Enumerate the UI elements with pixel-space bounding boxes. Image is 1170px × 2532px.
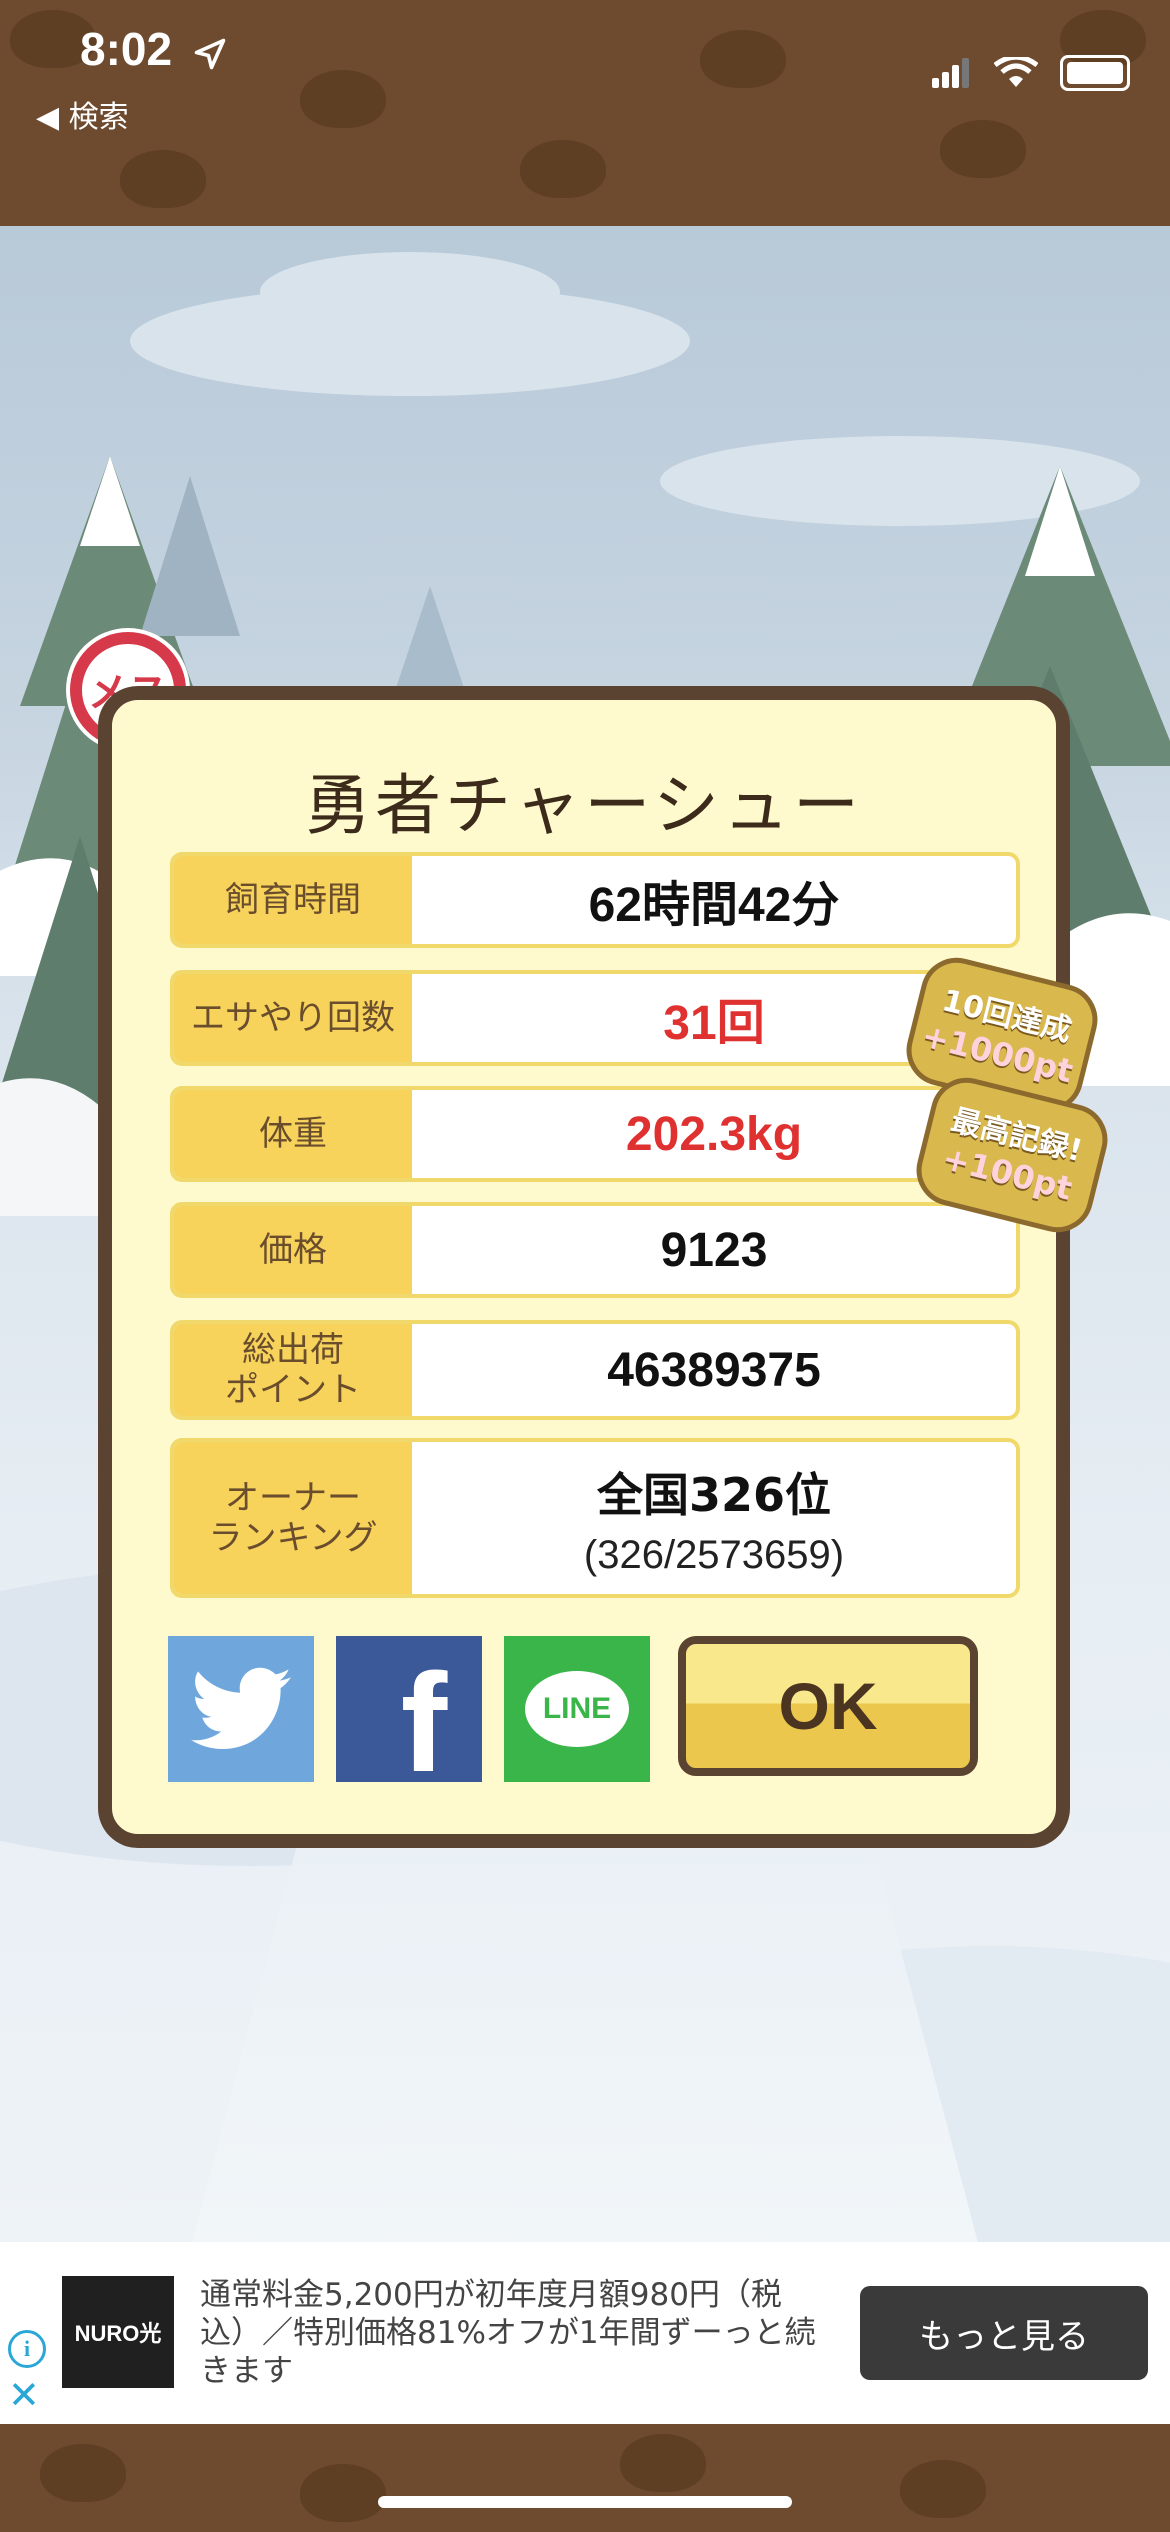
- stat-value: 9123: [660, 1223, 768, 1277]
- pattern-bean: [620, 2434, 706, 2492]
- pine-tree-distant: [140, 476, 240, 636]
- battery-icon: [1060, 55, 1130, 91]
- stat-row-price: 価格 9123: [170, 1202, 1020, 1298]
- wifi-icon: [994, 57, 1038, 87]
- ok-button[interactable]: OK: [678, 1636, 978, 1776]
- line-label: LINE: [542, 1692, 612, 1725]
- pattern-bean: [520, 140, 606, 198]
- stat-label: 体重: [174, 1090, 412, 1178]
- stat-label: 飼育時間: [174, 856, 412, 944]
- pig-result-dialog: 勇者チャーシュー 飼育時間 62時間42分 エサやり回数 31回 体重 202.…: [98, 686, 1116, 1848]
- stat-label: 価格: [174, 1206, 412, 1294]
- pattern-bean: [300, 70, 386, 128]
- line-icon: LINE: [525, 1671, 629, 1747]
- ad-logo: NURO光: [62, 2276, 174, 2388]
- location-arrow-icon: [194, 38, 226, 70]
- ad-more-button[interactable]: もっと見る: [860, 2286, 1148, 2380]
- twitter-bird-icon: [191, 1667, 291, 1749]
- clock: 8:02: [80, 23, 173, 75]
- stat-row-weight: 体重 202.3kg: [170, 1086, 1020, 1182]
- status-icons: [932, 55, 1130, 91]
- pattern-bean: [900, 2460, 986, 2518]
- rank-position: 全国326位: [596, 1467, 832, 1522]
- stat-row-feeding-time: 飼育時間 62時間42分: [170, 852, 1020, 948]
- facebook-share-button[interactable]: f: [336, 1636, 482, 1782]
- cloud: [260, 252, 560, 332]
- stat-row-owner-ranking: オーナー ランキング 全国326位 (326/2573659): [170, 1438, 1020, 1598]
- ad-text: 通常料金5,200円が初年度月額980円（税込）／特別価格81%オフが1年間ずー…: [200, 2277, 816, 2389]
- twitter-share-button[interactable]: [168, 1636, 314, 1782]
- bottom-pattern-bar: [0, 2424, 1170, 2532]
- stat-value-ranking: 全国326位 (326/2573659): [412, 1442, 1016, 1594]
- ad-banner[interactable]: i ✕ NURO光 通常料金5,200円が初年度月額980円（税込）／特別価格8…: [0, 2242, 1170, 2424]
- stat-value: 62時間42分: [588, 879, 840, 932]
- signal-icon: [932, 58, 969, 88]
- facebook-f-icon: f: [400, 1644, 448, 1782]
- rank-detail: (326/2573659): [583, 1532, 845, 1577]
- stat-label: オーナー ランキング: [174, 1442, 412, 1594]
- stat-label: 総出荷 ポイント: [174, 1324, 412, 1416]
- pig-name-title: 勇者チャーシュー: [304, 767, 864, 844]
- stat-value: 46389375: [607, 1343, 821, 1397]
- pattern-bean: [940, 120, 1026, 178]
- stat-row-total-shipping-points: 総出荷 ポイント 46389375: [170, 1320, 1020, 1420]
- pattern-bean: [40, 2444, 126, 2502]
- pattern-bean: [700, 30, 786, 88]
- ad-close-icon[interactable]: ✕: [8, 2376, 40, 2414]
- stat-row-feed-count: エサやり回数 31回: [170, 970, 1020, 1066]
- stat-label: エサやり回数: [174, 974, 412, 1062]
- home-indicator[interactable]: [378, 2496, 792, 2508]
- pattern-bean: [300, 2464, 386, 2522]
- pattern-bean: [120, 150, 206, 208]
- ad-info-icon[interactable]: i: [8, 2330, 46, 2368]
- back-to-search-link[interactable]: ◀ 検索: [36, 92, 129, 136]
- status-bar: 8:02 ◀ 検索: [0, 0, 1170, 226]
- line-share-button[interactable]: LINE: [504, 1636, 650, 1782]
